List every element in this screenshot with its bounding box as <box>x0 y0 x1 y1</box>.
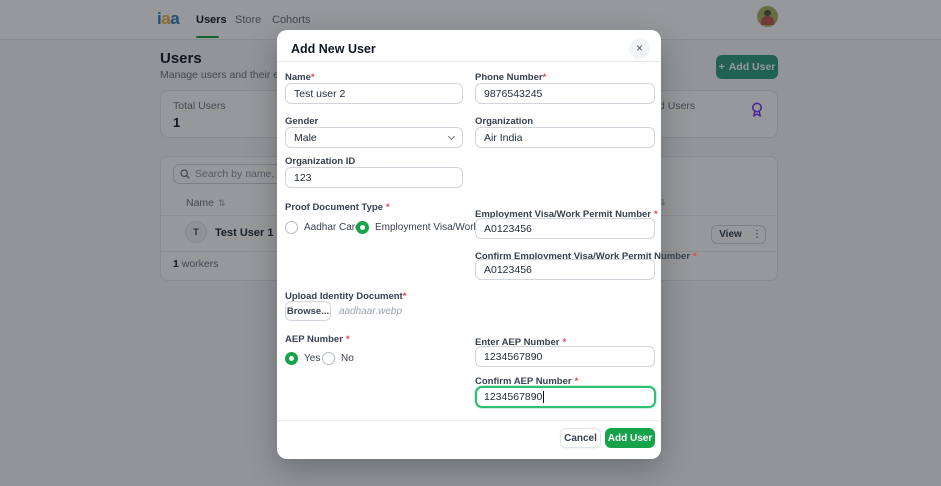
required-asterisk: * <box>654 209 658 220</box>
label-text: Organization <box>475 116 533 127</box>
chevron-down-icon <box>448 132 455 139</box>
required-asterisk: * <box>346 334 350 345</box>
radio-selected-icon[interactable] <box>285 352 298 365</box>
label-text: Phone Number <box>475 72 543 83</box>
add-user-submit-button[interactable]: Add User <box>605 428 655 448</box>
phone-number-field[interactable] <box>475 83 655 104</box>
required-asterisk: * <box>386 202 390 213</box>
radio-selected-icon[interactable] <box>356 221 369 234</box>
label-text: Gender <box>285 116 318 127</box>
required-asterisk: * <box>693 251 697 262</box>
app-screen: iaa Users Store Cohorts Users Manage use… <box>0 0 941 486</box>
label-text: Proof Document Type <box>285 202 383 213</box>
modal-title: Add New User <box>291 42 376 56</box>
radio-aep-no[interactable]: No <box>322 352 354 365</box>
name-label: Name* <box>285 72 463 83</box>
cancel-button[interactable]: Cancel <box>560 428 601 448</box>
radio-aadhar-card[interactable]: Aadhar Card <box>285 221 361 234</box>
radio-label: No <box>341 353 354 364</box>
text-cursor-caret <box>543 391 544 403</box>
label-text: AEP Number <box>285 334 343 345</box>
organization-id-label: Organization ID <box>285 156 463 167</box>
phone-number-label: Phone Number* <box>475 72 655 83</box>
organization-label: Organization <box>475 116 655 127</box>
radio-unselected-icon[interactable] <box>322 352 335 365</box>
gender-select[interactable]: Male <box>285 127 463 148</box>
browse-button[interactable]: Browse... <box>285 301 331 321</box>
divider <box>277 61 661 62</box>
add-new-user-modal: Add New User × Name* Phone Number* Gende… <box>277 30 661 459</box>
organization-field[interactable] <box>475 127 655 148</box>
radio-unselected-icon[interactable] <box>285 221 298 234</box>
enter-aep-number-field[interactable] <box>475 346 655 367</box>
field-value: 1234567890 <box>484 391 542 403</box>
required-asterisk: * <box>311 72 315 83</box>
required-asterisk: * <box>543 72 547 83</box>
evp-number-field[interactable] <box>475 218 655 239</box>
required-asterisk: * <box>403 291 407 302</box>
confirm-evp-number-field[interactable] <box>475 259 655 280</box>
close-icon[interactable]: × <box>629 38 650 59</box>
radio-label: Yes <box>304 353 320 364</box>
aep-number-label: AEP Number* <box>285 334 350 345</box>
organization-id-field[interactable] <box>285 167 463 188</box>
radio-label: Aadhar Card <box>304 222 361 233</box>
gender-label: Gender <box>285 116 463 127</box>
divider <box>277 420 661 421</box>
confirm-aep-number-field-focused[interactable]: 1234567890 <box>475 386 656 408</box>
label-text: Name <box>285 72 311 83</box>
gender-selected-value: Male <box>294 132 317 144</box>
radio-aep-yes[interactable]: Yes <box>285 352 320 365</box>
label-text: Organization ID <box>285 156 355 167</box>
name-field[interactable] <box>285 83 463 104</box>
uploaded-filename: aadhaar.webp <box>339 306 402 317</box>
proof-document-type-label: Proof Document Type* <box>285 202 390 213</box>
